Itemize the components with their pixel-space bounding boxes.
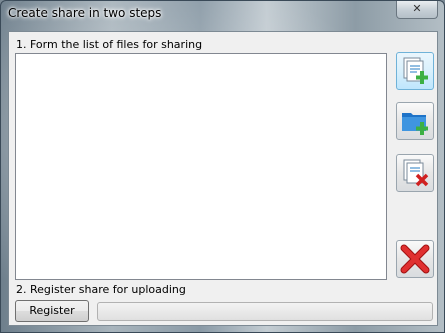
add-files-icon: [403, 57, 428, 84]
close-button[interactable]: ✕: [396, 1, 438, 19]
remove-file-button[interactable]: [396, 154, 434, 192]
add-folder-button[interactable]: [396, 102, 434, 140]
window-title: Create share in two steps: [8, 6, 162, 20]
add-files-button[interactable]: [396, 52, 434, 90]
file-list[interactable]: [15, 53, 387, 280]
clear-list-button[interactable]: [396, 240, 434, 278]
title-bar[interactable]: Create share in two steps ✕: [1, 1, 444, 29]
dialog-body: 1. Form the list of files for sharing 2.…: [8, 31, 438, 326]
dialog-window: Create share in two steps ✕ 1. Form the …: [0, 0, 445, 333]
add-folder-icon: [402, 113, 428, 135]
step1-label: 1. Form the list of files for sharing: [16, 38, 203, 51]
remove-file-icon: [403, 159, 429, 187]
step2-label: 2. Register share for uploading: [16, 283, 186, 296]
upload-progress-bar: [97, 302, 433, 321]
register-button[interactable]: Register: [15, 300, 89, 322]
clear-list-icon: [400, 244, 430, 274]
